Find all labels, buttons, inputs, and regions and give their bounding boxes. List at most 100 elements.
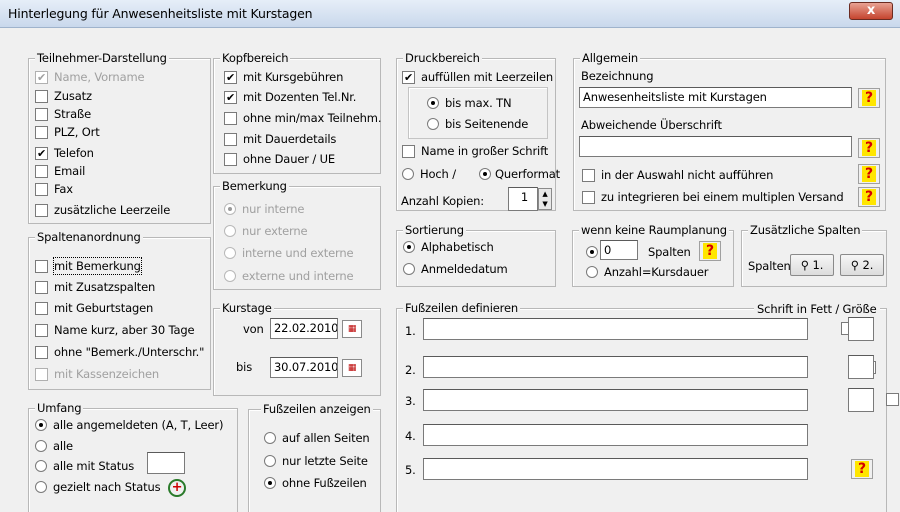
calendar-icon[interactable]: ▦ (342, 320, 362, 338)
radio-interne-externe[interactable]: interne und externe (224, 245, 354, 261)
help-raum-button[interactable]: ? (699, 241, 721, 261)
fuss-row-3-bold-checkbox[interactable] (885, 393, 899, 406)
radio-hoch[interactable]: Hoch / (402, 166, 456, 182)
checkbox-label: Name, Vorname (54, 70, 145, 84)
ueberschrift-input[interactable] (579, 136, 852, 157)
checkbox-icon: ✔ (35, 70, 48, 84)
checkbox-minmax[interactable]: ohne min/max Teilnehm. (224, 110, 382, 126)
checkbox-kassenzeichen[interactable]: mit Kassenzeichen (35, 366, 159, 382)
kopien-spinner[interactable]: ▲ ▼ (538, 188, 552, 210)
raum-spalten-input[interactable]: 0 (600, 240, 638, 260)
checkbox-plz-ort[interactable]: PLZ, Ort (35, 124, 100, 140)
checkbox-icon (35, 367, 48, 381)
checkbox-ohne-bemerk[interactable]: ohne "Bemerk./Unterschr." (35, 344, 204, 360)
radio-alle-angemeldeten[interactable]: alle angemeldeten (A, T, Leer) (35, 417, 223, 433)
ueberschrift-label: Abweichende Überschrift (581, 118, 722, 132)
checkbox-label: Email (54, 164, 86, 178)
close-button[interactable]: x (849, 2, 893, 20)
fuss-row-5-label: 5. (405, 463, 416, 477)
radio-label: Anzahl=Kursdauer (604, 265, 709, 279)
fuss-row-2-input[interactable] (423, 356, 808, 378)
fuss-row-2-size-input[interactable] (848, 355, 874, 379)
radio-externe-interne[interactable]: externe und interne (224, 268, 354, 284)
checkbox-leerzeile[interactable]: zusätzliche Leerzeile (35, 202, 170, 218)
radio-alle[interactable]: alle (35, 438, 73, 454)
checkbox-email[interactable]: Email (35, 163, 85, 179)
radio-bis-seitenende[interactable]: bis Seitenende (427, 116, 528, 132)
checkbox-icon (35, 301, 48, 315)
help-auswahl-button[interactable]: ? (858, 164, 880, 184)
checkbox-strasse[interactable]: Straße (35, 106, 91, 122)
checkbox-icon (35, 345, 48, 359)
fuss-row-4-input[interactable] (423, 424, 808, 446)
help-bezeichnung-button[interactable]: ? (858, 88, 880, 108)
calendar-icon[interactable]: ▦ (342, 359, 362, 377)
checkbox-icon (224, 132, 237, 146)
checkbox-icon (582, 190, 595, 204)
radio-gezielt-status[interactable]: gezielt nach Status (35, 479, 161, 495)
checkbox-auffuellen[interactable]: ✔ auffüllen mit Leerzeilen (402, 69, 553, 85)
fuss-row-1-size-input[interactable] (848, 317, 874, 341)
help-versand-button[interactable]: ? (858, 187, 880, 207)
checkbox-mit-bemerkung[interactable]: mit Bemerkung (35, 257, 142, 275)
radio-nur-externe[interactable]: nur externe (224, 223, 308, 239)
checkbox-label: Telefon (54, 146, 94, 160)
pin-icon: ⚲ (800, 258, 810, 272)
help-fuss-button[interactable]: ? (851, 459, 873, 479)
zusatz-spalte-1-button[interactable]: ⚲ 1. (790, 254, 834, 276)
radio-icon (264, 455, 276, 467)
checkbox-multipler-versand[interactable]: zu integrieren bei einem multiplen Versa… (582, 189, 844, 205)
bemerkung-group: Bemerkung nur interne nur externe intern… (213, 179, 381, 290)
radio-alle-mit-status[interactable]: alle mit Status (35, 458, 134, 474)
radio-auf-allen-seiten[interactable]: auf allen Seiten (264, 430, 370, 446)
checkbox-telefon[interactable]: ✔ Telefon (35, 145, 94, 161)
checkbox-icon (35, 323, 48, 337)
status-input[interactable] (147, 452, 185, 474)
pin-icon: ⚲ (850, 258, 860, 272)
checkbox-nicht-auffuehren[interactable]: in der Auswahl nicht aufführen (582, 167, 773, 183)
checkbox-name-gross[interactable]: Name in großer Schrift (402, 143, 548, 159)
checkbox-ohne-dauer[interactable]: ohne Dauer / UE (224, 151, 335, 167)
checkbox-zusatzspalten[interactable]: mit Zusatzspalten (35, 279, 155, 295)
radio-icon (224, 225, 236, 237)
radio-ohne-fusszeilen[interactable]: ohne Fußzeilen (264, 475, 367, 491)
radio-alphabetisch[interactable]: Alphabetisch (403, 239, 494, 255)
zusatz-spalte-2-button[interactable]: ⚲ 2. (840, 254, 884, 276)
radio-nur-letzte-seite[interactable]: nur letzte Seite (264, 453, 368, 469)
radio-icon (224, 247, 236, 259)
fuss-row-1-input[interactable] (423, 318, 808, 340)
checkbox-name-vorname[interactable]: ✔ Name, Vorname (35, 69, 145, 85)
radio-spalten[interactable] (586, 246, 598, 258)
checkbox-kursgebuehren[interactable]: ✔ mit Kursgebühren (224, 69, 343, 85)
fuss-row-3-input[interactable] (423, 389, 808, 411)
fuss-row-2-label: 2. (405, 363, 416, 377)
zoom-search-icon[interactable]: + (168, 479, 186, 497)
radio-icon (479, 168, 491, 180)
von-date-input[interactable]: 22.02.2010 (270, 318, 338, 339)
radio-querformat[interactable]: Querformat (479, 166, 560, 182)
radio-nur-interne[interactable]: nur interne (224, 201, 304, 217)
radio-icon (403, 263, 415, 275)
radio-anmeldedatum[interactable]: Anmeldedatum (403, 261, 508, 277)
help-ueberschrift-button[interactable]: ? (858, 138, 880, 158)
radio-label: gezielt nach Status (53, 480, 161, 494)
radio-bis-max-tn[interactable]: bis max. TN (427, 95, 512, 111)
checkbox-fax[interactable]: Fax (35, 181, 73, 197)
checkbox-geburtstagen[interactable]: mit Geburtstagen (35, 300, 153, 316)
radio-anzahl-kursdauer[interactable]: Anzahl=Kursdauer (586, 264, 709, 280)
bis-date-input[interactable]: 30.07.2010 (270, 357, 338, 378)
teilnehmer-title: Teilnehmer-Darstellung (35, 51, 169, 65)
checkbox-zusatz[interactable]: Zusatz (35, 88, 92, 104)
radio-icon (427, 118, 439, 130)
checkbox-name-kurz[interactable]: Name kurz, aber 30 Tage (35, 322, 195, 338)
fuss-row-5-input[interactable] (423, 458, 808, 480)
radio-icon (427, 97, 439, 109)
checkbox-dauerdetails[interactable]: mit Dauerdetails (224, 131, 336, 147)
checkbox-label: Name kurz, aber 30 Tage (54, 323, 195, 337)
kopien-label: Anzahl Kopien: (401, 194, 485, 208)
kopien-input[interactable]: 1 (508, 187, 538, 211)
kopf-group: Kopfbereich ✔ mit Kursgebühren ✔ mit Dozen… (213, 51, 382, 174)
bezeichnung-input[interactable]: Anwesenheitsliste mit Kurstagen (579, 87, 852, 108)
fuss-row-3-size-input[interactable] (848, 388, 874, 412)
checkbox-dozenten[interactable]: ✔ mit Dozenten Tel.Nr. (224, 89, 356, 105)
